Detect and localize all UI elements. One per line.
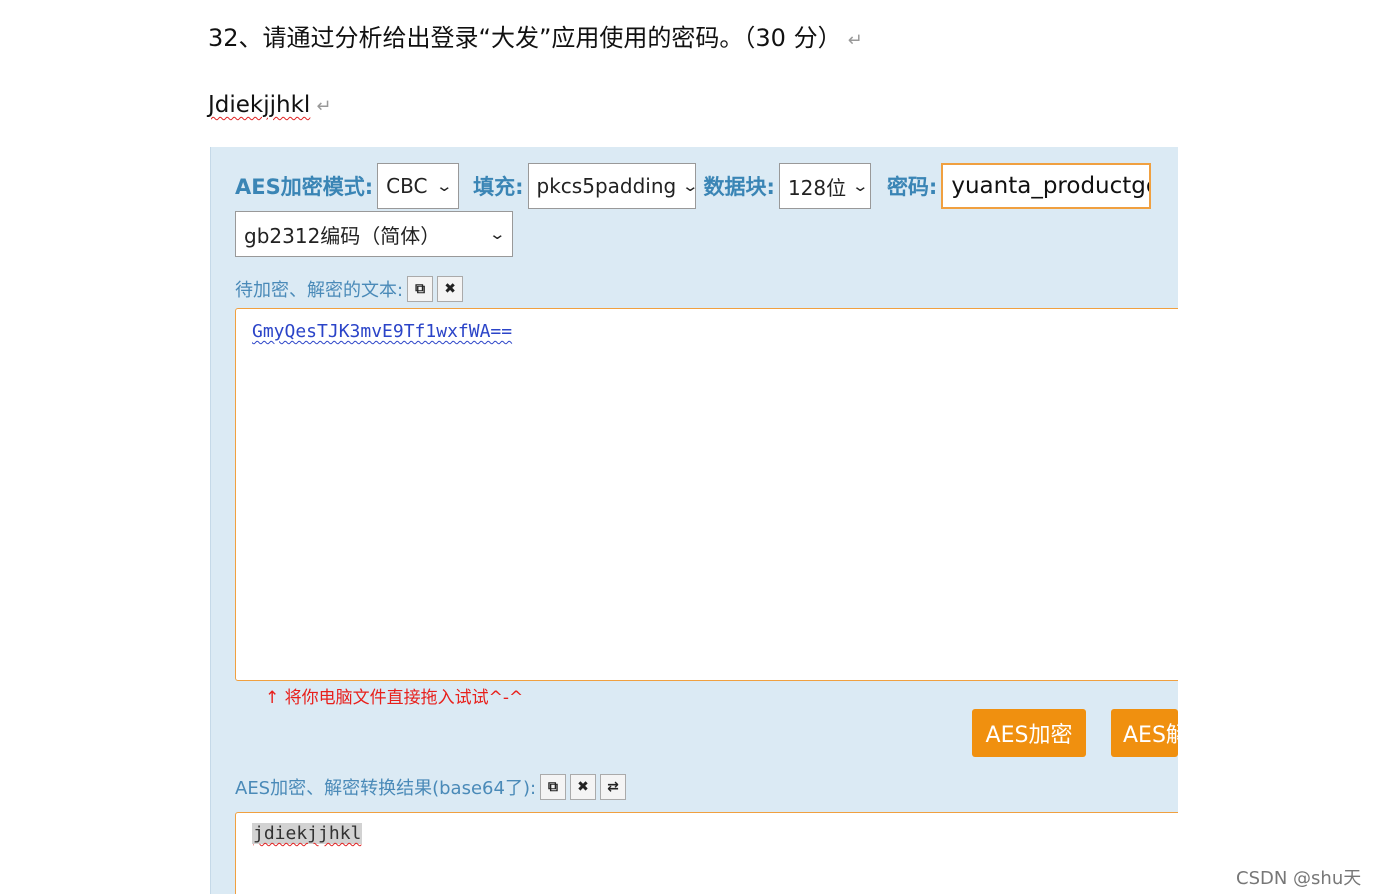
- password-label: 密码:: [886, 175, 938, 199]
- settings-row: AES加密模式: CBC ⌄ 填充: pkcs5padding ⌄ 数据块: 1…: [235, 163, 1152, 209]
- result-label-row: AES加密、解密转换结果(base64了): ⧉ ✖ ⇄: [235, 774, 627, 800]
- aes-tool-panel: AES加密模式: CBC ⌄ 填充: pkcs5padding ⌄ 数据块: 1…: [210, 147, 1178, 894]
- copy-icon[interactable]: ⧉: [407, 276, 434, 302]
- close-icon[interactable]: ✖: [570, 774, 597, 800]
- chevron-down-icon: ⌄: [851, 177, 870, 195]
- question-text: 32、请通过分析给出登录“大发”应用使用的密码。（30 分） ↵: [208, 18, 863, 53]
- mode-select[interactable]: CBC ⌄: [377, 163, 460, 209]
- block-label: 数据块:: [703, 175, 775, 199]
- drag-hint: ↑ 将你电脑文件直接拖入试试^-^: [265, 688, 524, 708]
- watermark: CSDN @shu天: [1236, 868, 1362, 889]
- question-label: 32、请通过分析给出登录“大发”应用使用的密码。（30 分）: [208, 24, 842, 52]
- encoding-value: gb2312编码（简体）: [244, 223, 441, 248]
- input-textarea[interactable]: GmyQesTJK3mvE9Tf1wxfWA==: [235, 308, 1178, 681]
- input-label: 待加密、解密的文本:: [235, 280, 404, 301]
- paragraph-mark-icon: ↵: [847, 30, 863, 51]
- encrypt-button[interactable]: AES加密: [972, 709, 1086, 757]
- block-value: 128位: [787, 175, 847, 200]
- paragraph-mark-icon: ↵: [316, 96, 332, 117]
- input-value: GmyQesTJK3mvE9Tf1wxfWA==: [252, 321, 512, 342]
- password-input[interactable]: yuanta_productgc: [941, 163, 1152, 209]
- block-select[interactable]: 128位 ⌄: [778, 163, 871, 209]
- cipher-text: GmyQesTJK3mvE9Tf1wxfWA==: [252, 321, 513, 342]
- padding-label: 填充:: [473, 175, 524, 199]
- decrypt-button[interactable]: AES解: [1111, 709, 1178, 757]
- mode-value: CBC: [386, 174, 428, 198]
- input-label-row: 待加密、解密的文本: ⧉ ✖: [235, 276, 464, 302]
- copy-icon[interactable]: ⧉: [540, 774, 567, 800]
- answer-value: Jdiekjjhkl: [208, 92, 311, 118]
- password-value: yuanta_productgc: [951, 173, 1152, 199]
- swap-icon[interactable]: ⇄: [600, 774, 627, 800]
- mode-label: AES加密模式:: [235, 175, 374, 199]
- answer-text: Jdiekjjhkl ↵: [208, 92, 331, 118]
- result-label: AES加密、解密转换结果(base64了):: [235, 778, 537, 799]
- result-value: jdiekjjhkl: [252, 823, 363, 844]
- encoding-select[interactable]: gb2312编码（简体） ⌄: [235, 211, 513, 257]
- padding-value: pkcs5padding: [536, 174, 677, 198]
- chevron-down-icon: ⌄: [681, 177, 700, 195]
- close-icon[interactable]: ✖: [437, 276, 464, 302]
- chevron-down-icon: ⌄: [488, 225, 507, 243]
- result-textarea[interactable]: jdiekjjhkl: [235, 812, 1178, 894]
- padding-select[interactable]: pkcs5padding ⌄: [527, 163, 699, 209]
- chevron-down-icon: ⌄: [435, 177, 453, 195]
